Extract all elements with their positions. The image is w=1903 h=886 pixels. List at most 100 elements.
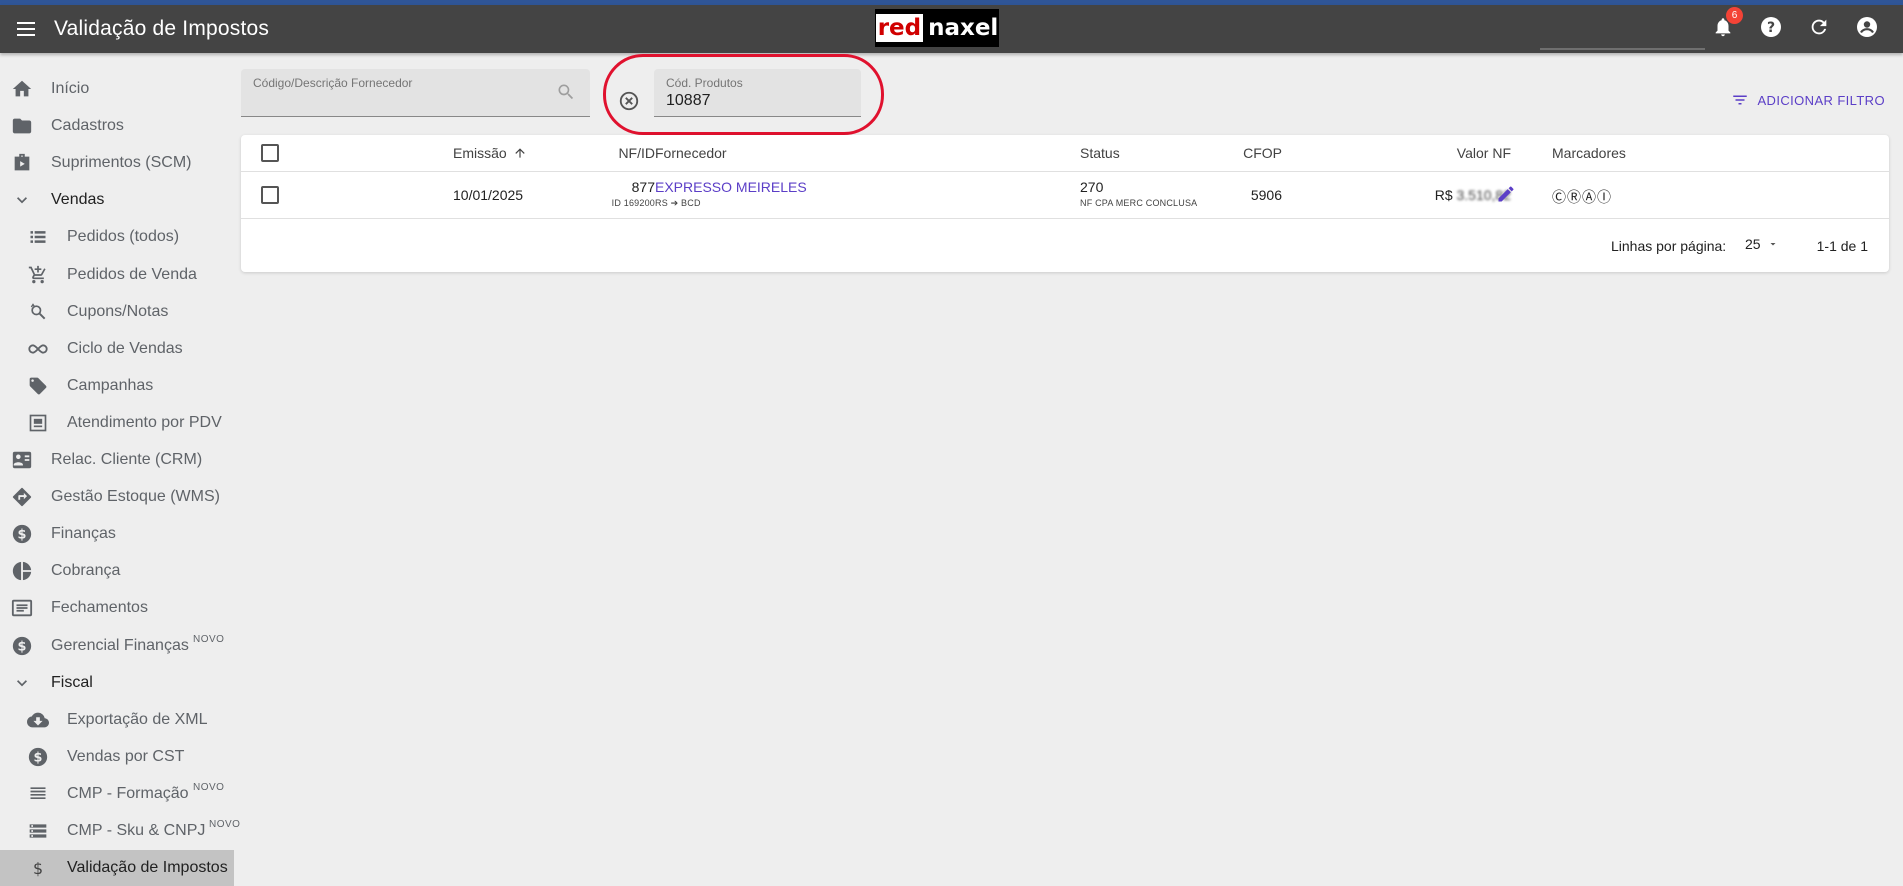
directions-icon <box>10 485 34 509</box>
sidebar-item-label: CMP - Formação <box>67 784 189 802</box>
sidebar-item-inicio[interactable]: Início <box>0 71 234 107</box>
svg-text:$: $ <box>33 859 43 878</box>
sidebar-item-gestao-estoque-wms[interactable]: Gestão Estoque (WMS) <box>0 479 234 515</box>
sidebar-item-cmp-formacao[interactable]: CMP - Formação NOVO <box>0 776 234 812</box>
sidebar-item-relac-cliente-crm[interactable]: Relac. Cliente (CRM) <box>0 442 234 478</box>
highlight-annotation <box>603 54 884 135</box>
sidebar-item-label: Suprimentos (SCM) <box>51 154 192 172</box>
header-status[interactable]: Status <box>1080 145 1120 161</box>
dollar-sign-icon: $ <box>26 856 50 880</box>
sidebar-item-label: Vendas <box>51 191 105 209</box>
home-icon <box>10 77 34 101</box>
account-name-blurred <box>1540 48 1705 50</box>
chevron-down-icon <box>10 671 34 695</box>
rows-per-page-select[interactable]: 25 <box>1745 236 1779 252</box>
sidebar-item-label: Início <box>51 80 90 97</box>
tag-icon <box>26 374 50 398</box>
search-icon[interactable] <box>556 82 576 107</box>
novo-badge-label: NOVO <box>193 633 225 645</box>
dropdown-arrow-icon <box>1770 243 1776 246</box>
sidebar-item-label: Pedidos (todos) <box>67 228 180 246</box>
list-icon <box>26 225 50 249</box>
sidebar-item-ciclo-de-vendas[interactable]: Ciclo de Vendas <box>0 331 234 367</box>
add-filter-label: ADICIONAR FILTRO <box>1757 92 1885 108</box>
account-icon[interactable] <box>1853 13 1881 41</box>
cart-icon <box>26 263 50 287</box>
sidebar: Início Cadastros Suprimentos (SCM) Vendas Pe… <box>0 53 240 886</box>
header-cfop[interactable]: CFOP <box>1243 145 1282 161</box>
dollar-icon: $ <box>26 745 50 769</box>
search-sync-icon <box>26 300 50 324</box>
pagination-range: 1-1 de 1 <box>1816 238 1868 254</box>
fornecedor-field-label: Código/Descrição Fornecedor <box>253 76 413 90</box>
sidebar-item-label: Atendimento por PDV <box>67 413 222 431</box>
rows-per-page-label: Linhas por página: <box>1611 238 1727 254</box>
sidebar-item-pedidos-de-venda[interactable]: Pedidos de Venda <box>0 257 234 293</box>
novo-badge: NOVO <box>190 634 224 653</box>
folder-icon <box>10 114 34 138</box>
contact-card-icon <box>10 448 34 472</box>
cloud-download-icon <box>26 708 50 732</box>
lines-icon <box>26 782 50 806</box>
notifications-icon[interactable]: 6 <box>1709 7 1743 41</box>
sort-ascending-icon <box>515 148 525 158</box>
sidebar-item-atendimento-por-pdv[interactable]: Atendimento por PDV <box>0 405 234 441</box>
header-marcadores[interactable]: Marcadores <box>1552 145 1626 161</box>
row-status-text: NF CPA MERC CONCLUSA <box>1080 198 1198 208</box>
rednaxel-logo[interactable]: red naxel <box>875 9 999 47</box>
pie-chart-icon <box>10 559 34 583</box>
sidebar-item-vendas-por-cst[interactable]: $ Vendas por CST <box>0 739 234 775</box>
sidebar-item-pedidos-todos[interactable]: Pedidos (todos) <box>0 219 234 255</box>
select-all-checkbox[interactable] <box>261 144 279 162</box>
sidebar-item-label: Fechamentos <box>51 599 148 617</box>
chevron-down-icon <box>10 188 34 212</box>
page-title: Validação de Impostos <box>54 17 270 40</box>
sidebar-item-label: Cobrança <box>51 562 121 580</box>
header-nf-id[interactable]: NF/ID <box>618 145 655 161</box>
row-status-code: 270 <box>1080 179 1104 195</box>
novo-badge: NOVO <box>206 819 240 838</box>
row-rota: RS ➔ BCD <box>655 198 701 208</box>
svg-text:$: $ <box>34 750 43 765</box>
dollar-icon: $ <box>10 522 34 546</box>
sidebar-item-label: Ciclo de Vendas <box>67 339 183 357</box>
sidebar-item-gerencial-financas[interactable]: $ Gerencial Finanças NOVO <box>0 628 234 664</box>
sidebar-item-cobranca[interactable]: Cobrança <box>0 553 234 589</box>
sidebar-item-label: Relac. Cliente (CRM) <box>51 451 203 468</box>
pdv-icon <box>26 411 50 435</box>
edit-icon[interactable] <box>1496 184 1516 209</box>
sidebar-item-suprimentos-scm[interactable]: Suprimentos (SCM) <box>0 145 234 181</box>
row-fornecedor-link[interactable]: EXPRESSO MEIRELES <box>655 179 807 195</box>
novo-badge-label: NOVO <box>209 819 241 830</box>
row-marcadores: ⒸⓇⒶⒾ <box>1552 189 1612 205</box>
fornecedor-search-field[interactable]: Código/Descrição Fornecedor <box>241 69 590 117</box>
menu-icon[interactable] <box>14 17 38 41</box>
filter-icon <box>1733 95 1748 105</box>
refresh-icon[interactable] <box>1805 13 1833 41</box>
sidebar-item-validacao-de-impostos[interactable]: $ Validação de Impostos <box>0 850 234 886</box>
sidebar-item-label: Validação de Impostos <box>67 859 228 877</box>
sidebar-item-label: Finanças <box>51 525 116 543</box>
sidebar-item-exportacao-de-xml[interactable]: Exportação de XML <box>0 702 234 738</box>
sidebar-item-fiscal[interactable]: Fiscal <box>0 665 234 701</box>
sidebar-item-cupons-notas[interactable]: Cupons/Notas <box>0 294 234 330</box>
header-fornecedor[interactable]: Fornecedor <box>655 145 727 161</box>
row-cfop: 5906 <box>1250 187 1282 203</box>
app-bar: Validação de Impostos red naxel 6 ? <box>0 5 1903 53</box>
header-valor-nf[interactable]: Valor NF <box>1457 145 1511 161</box>
add-filter-button[interactable]: ADICIONAR FILTRO <box>1731 91 1885 109</box>
novo-badge-label: NOVO <box>193 781 225 793</box>
sidebar-item-label: Cadastros <box>51 117 124 135</box>
sidebar-item-vendas[interactable]: Vendas <box>0 182 234 218</box>
notification-badge: 6 <box>1726 7 1743 24</box>
row-emissao: 10/01/2025 <box>453 187 524 203</box>
sidebar-item-financas[interactable]: $ Finanças <box>0 516 234 552</box>
help-icon[interactable]: ? <box>1757 13 1785 41</box>
sidebar-item-fechamentos[interactable]: Fechamentos <box>0 590 234 626</box>
header-emissao[interactable]: Emissão <box>453 145 527 161</box>
sidebar-item-campanhas[interactable]: Campanhas <box>0 368 234 404</box>
sidebar-item-cadastros[interactable]: Cadastros <box>0 108 234 144</box>
row-checkbox[interactable] <box>261 186 279 204</box>
sidebar-item-label: Vendas por CST <box>67 747 185 765</box>
sidebar-item-cmp-sku-cnpj[interactable]: CMP - Sku & CNPJ NOVO <box>0 813 240 849</box>
